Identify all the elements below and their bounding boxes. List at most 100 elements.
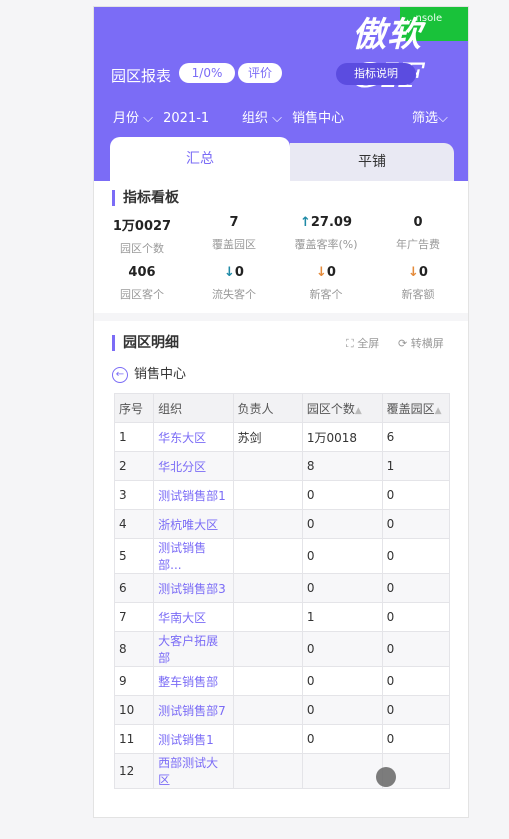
row-park-count: 8 [301, 451, 383, 481]
row-org[interactable]: 测试销售部7 [153, 695, 234, 725]
row-index: 8 [114, 631, 155, 667]
arrow-down-icon: ↓ [316, 265, 327, 280]
row-covered-parks: 0 [381, 480, 450, 510]
row-owner [232, 753, 303, 789]
col-header-covered-parks[interactable]: 覆盖园区▲ [381, 393, 450, 423]
eval-pill[interactable]: 评价 [238, 63, 282, 83]
table-row[interactable]: 1 华东大区 苏剑 1万0018 6 [114, 422, 450, 452]
ratio-pill: 1/0% [179, 63, 235, 83]
org-filter-label: 组织 ⌵ [242, 111, 282, 126]
row-owner [232, 509, 303, 539]
col-header-label: 园区个数 [306, 401, 355, 416]
detail-table-scroll[interactable]: 序号 组织 负责人 园区个数▲ 覆盖园区▲ 1 华东大区 苏剑 1万0018 6 2 华北分… [114, 393, 450, 803]
row-owner [232, 451, 303, 481]
arrow-down-icon: ↓ [224, 265, 235, 280]
kpi-value: 406 [128, 265, 156, 280]
row-park-count: 0 [301, 573, 383, 603]
row-org[interactable]: 华南大区 [153, 602, 234, 632]
row-covered-parks: 0 [381, 602, 450, 632]
metric-guide-button[interactable]: 指标说明 [336, 63, 416, 85]
row-index: 12 [114, 753, 155, 789]
row-org[interactable]: 测试销售1 [153, 724, 234, 754]
kpi-label: 园区个数 [120, 242, 164, 255]
view-tabs: 平铺 汇总 [110, 137, 454, 181]
row-index: 4 [114, 509, 155, 539]
row-covered-parks: 0 [381, 538, 450, 574]
table-row[interactable]: 9 整车销售部 0 0 [114, 666, 450, 696]
row-index: 9 [114, 666, 155, 696]
col-header-park-count[interactable]: 园区个数▲ [301, 393, 383, 423]
kpi-value: 7 [229, 215, 239, 230]
row-org[interactable]: 大客户拓展部 [153, 631, 234, 667]
row-org[interactable]: 测试销售部... [153, 538, 234, 574]
tab-summary[interactable]: 汇总 [110, 137, 290, 181]
row-park-count: 1 [301, 602, 383, 632]
month-filter[interactable]: 月份 ⌵ 2021-1 [113, 107, 209, 126]
month-filter-value: 2021-1 [163, 111, 210, 126]
table-row[interactable]: 3 测试销售部1 0 0 [114, 480, 450, 510]
kpi-park-customers: 406 园区客个 [98, 265, 186, 302]
col-header-label: 覆盖园区 [386, 401, 435, 416]
row-park-count: 0 [301, 666, 383, 696]
table-row[interactable]: 2 华北分区 8 1 [114, 451, 450, 481]
table-row[interactable]: 5 测试销售部... 0 0 [114, 538, 450, 574]
kpi-label: 流失客个 [212, 288, 256, 301]
kpi-label: 新客个 [309, 288, 343, 301]
row-index: 6 [114, 573, 155, 603]
table-row[interactable]: 6 测试销售部3 0 0 [114, 573, 450, 603]
row-org[interactable]: 西部测试大区 [153, 753, 234, 789]
row-covered-parks: 6 [381, 422, 450, 452]
org-filter[interactable]: 组织 ⌵ 销售中心 [242, 107, 344, 126]
row-covered-parks: 1 [381, 451, 450, 481]
kpi-value: 0 [326, 265, 336, 280]
rotate-screen-button[interactable]: ⟳ 转横屏 [398, 335, 444, 351]
row-park-count: 1万0018 [301, 422, 383, 452]
table-row[interactable]: 4 浙杭唯大区 0 0 [114, 509, 450, 539]
screen-filter[interactable]: 筛选⌵ [412, 107, 448, 126]
row-org[interactable]: 测试销售部3 [153, 573, 234, 603]
kpi-board-title: 指标看板 [112, 190, 179, 206]
row-park-count [301, 753, 383, 789]
row-owner [232, 695, 303, 725]
row-org[interactable]: 华北分区 [153, 451, 234, 481]
kpi-coverage-rate: ↑27.09 覆盖客率(%) [282, 215, 370, 252]
arrow-down-icon: ↓ [408, 265, 419, 280]
kpi-label: 覆盖园区 [212, 238, 256, 251]
row-park-count: 0 [301, 480, 383, 510]
kpi-new-customers: ↓0 新客个 [282, 265, 370, 302]
fullscreen-button[interactable]: ⛶ 全屏 [346, 335, 379, 351]
row-covered-parks: 0 [381, 695, 450, 725]
row-org[interactable]: 浙杭唯大区 [153, 509, 234, 539]
row-index: 7 [114, 602, 155, 632]
table-row[interactable]: 11 测试销售1 0 0 [114, 724, 450, 754]
row-index: 11 [114, 724, 155, 754]
row-park-count: 0 [301, 538, 383, 574]
page-title: 园区报表 [111, 67, 172, 85]
col-header-owner: 负责人 [232, 393, 303, 423]
row-owner [232, 631, 303, 667]
row-covered-parks: 0 [381, 631, 450, 667]
row-owner [232, 480, 303, 510]
touch-cursor [376, 767, 396, 787]
tab-tile[interactable]: 平铺 [290, 143, 454, 181]
row-org[interactable]: 整车销售部 [153, 666, 234, 696]
table-row[interactable]: 10 测试销售部7 0 0 [114, 695, 450, 725]
row-org[interactable]: 测试销售部1 [153, 480, 234, 510]
table-row[interactable]: 12 西部测试大区 [114, 753, 450, 789]
row-covered-parks: 0 [381, 724, 450, 754]
detail-title: 园区明细 [112, 335, 179, 351]
row-owner [232, 724, 303, 754]
row-index: 5 [114, 538, 155, 574]
row-index: 2 [114, 451, 155, 481]
row-owner [232, 538, 303, 574]
kpi-value: 0 [413, 215, 423, 230]
table-row[interactable]: 8 大客户拓展部 0 0 [114, 631, 450, 667]
kpi-label: 覆盖客率(%) [294, 238, 358, 251]
table-row[interactable]: 7 华南大区 1 0 [114, 602, 450, 632]
back-to-parent-org[interactable]: ← 销售中心 [112, 363, 186, 383]
col-header-index: 序号 [114, 393, 155, 423]
mobile-report-panel: ...nsole 傲软GIF 园区报表 1/0% 评价 指标说明 月份 ⌵ 20… [93, 6, 469, 818]
org-filter-value: 销售中心 [292, 111, 345, 126]
row-org[interactable]: 华东大区 [153, 422, 234, 452]
row-index: 1 [114, 422, 155, 452]
